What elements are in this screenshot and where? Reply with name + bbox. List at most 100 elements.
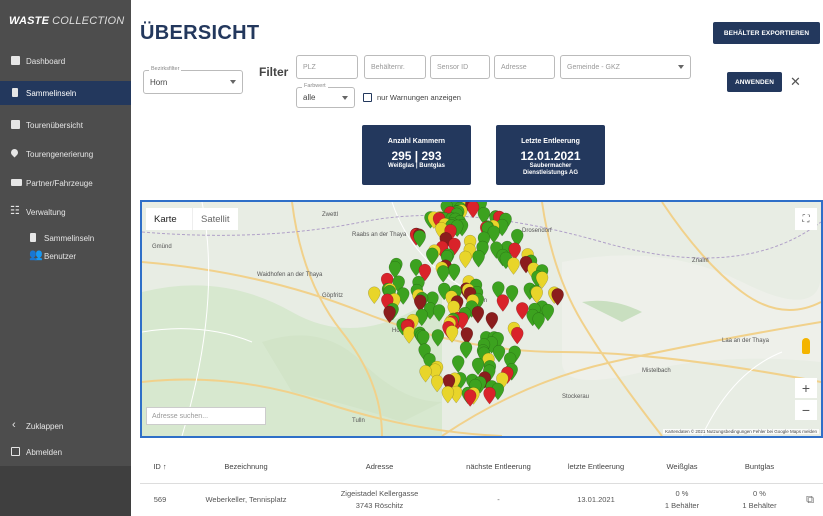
column-header-last-emptying[interactable]: letzte Entleerung xyxy=(550,448,642,484)
cell-colored-pct: 0 % xyxy=(753,489,766,498)
truck-icon xyxy=(11,179,22,186)
table-row[interactable]: 569 Weberkeller, Tennisplatz Zigeistadel… xyxy=(140,484,823,516)
sidebar-item-tourenuebersicht[interactable]: Tourenübersicht xyxy=(0,113,131,137)
column-header-next-emptying[interactable]: nächste Entleerung xyxy=(447,448,550,484)
chevron-down-icon xyxy=(342,95,348,100)
close-icon[interactable]: ✕ xyxy=(790,74,801,90)
zoom-out-icon[interactable]: − xyxy=(795,400,817,420)
location-pin-icon xyxy=(9,147,20,158)
map-tab-karte[interactable]: Karte xyxy=(146,208,198,230)
municipality-select[interactable]: Gemeinde - GKZ xyxy=(560,55,691,79)
chevron-left-icon: ‹ xyxy=(12,419,16,431)
open-detail-icon[interactable]: ⧉ xyxy=(800,484,820,516)
district-select[interactable]: Bezirksfilter Horn xyxy=(143,66,243,94)
sidebar-item-sammelinseln[interactable]: Sammelinseln xyxy=(0,81,131,105)
sidebar: WASTE COLLECTION Dashboard Sammelinseln … xyxy=(0,0,131,516)
place-label: Gmünd xyxy=(152,244,172,250)
map-canvas: Zwettl Gmünd Horn Laa an der Thaya Znaim… xyxy=(142,202,821,436)
map-tab-satellit[interactable]: Satellit xyxy=(192,208,238,230)
fullscreen-icon[interactable]: ⛶ xyxy=(795,208,817,230)
page-title: ÜBERSICHT xyxy=(140,22,260,44)
color-filter-label: Farbwert xyxy=(302,83,328,89)
stat-card-last-emptying: Letzte Entleerung 12.01.2021 Saubermache… xyxy=(496,125,605,185)
cell-colored-glass: 0 % 1 Behälter xyxy=(722,484,797,516)
users-icon: 👥 xyxy=(29,249,43,261)
color-filter-value: alle xyxy=(303,93,316,102)
cell-id: 569 xyxy=(153,495,167,504)
place-label: Znaim xyxy=(692,258,709,264)
place-label: Raabs an der Thaya xyxy=(352,232,407,238)
plz-input[interactable]: PLZ xyxy=(296,55,358,79)
warnings-only-label: nur Warnungen anzeigen xyxy=(377,93,461,102)
map-search-input[interactable]: Adresse suchen... xyxy=(146,407,266,425)
chevron-down-icon xyxy=(678,65,684,69)
sidebar-item-label: Sammelinseln xyxy=(26,88,77,98)
street-view-pegman-icon[interactable] xyxy=(795,334,817,358)
sidebar-item-tourengenerierung[interactable]: Tourengenerierung xyxy=(0,142,131,166)
sidebar-item-dashboard[interactable]: Dashboard xyxy=(0,49,131,73)
stat-subtitle: Weißglas | Buntglas xyxy=(388,163,445,169)
cell-white-count: 1 Behälter xyxy=(664,501,700,510)
cell-name: Weberkeller, Tennisplatz xyxy=(205,495,287,504)
dashboard-icon xyxy=(11,56,20,65)
book-icon xyxy=(11,120,20,129)
cell-address-line1: Zigeistadel Kellergasse xyxy=(340,489,419,498)
place-label: Laa an der Thaya xyxy=(722,338,770,344)
sensor-id-input[interactable]: Sensor ID xyxy=(430,55,490,79)
logout-button[interactable]: Abmelden xyxy=(0,440,131,464)
apply-button[interactable]: ANWENDEN xyxy=(727,72,782,92)
column-header-name[interactable]: Bezeichnung xyxy=(180,448,312,484)
sidebar-item-label: Partner/Fahrzeuge xyxy=(26,178,93,188)
place-label: Göpfritz xyxy=(322,293,343,299)
column-header-address[interactable]: Adresse xyxy=(312,448,447,484)
filter-label: Filter xyxy=(259,65,289,79)
place-label: Stockerau xyxy=(562,394,589,400)
stat-value: 12.01.2021 xyxy=(520,149,581,163)
brand-rest: COLLECTION xyxy=(52,15,125,27)
cell-address-line2: 3743 Röschitz xyxy=(355,501,404,510)
hierarchy-icon: ☷ xyxy=(10,205,20,217)
cell-last-emptying: 13.01.2021 xyxy=(577,495,615,504)
zoom-in-icon[interactable]: + xyxy=(795,378,817,398)
sidebar-subitem-benutzer[interactable]: 👥 Benutzer xyxy=(0,244,131,268)
place-label: Zwettl xyxy=(322,212,338,218)
cell-next-emptying: - xyxy=(497,495,500,504)
brand-bold: WASTE xyxy=(9,15,50,27)
sidebar-item-label: Sammelinseln xyxy=(44,233,95,243)
stat-title: Anzahl Kammern xyxy=(387,138,446,145)
column-header-id[interactable]: ID ↑ xyxy=(140,448,180,484)
column-header-colored-glass[interactable]: Buntglas xyxy=(722,448,797,484)
container-number-input[interactable]: Behälternr. xyxy=(364,55,426,79)
sidebar-footer xyxy=(0,466,131,516)
sidebar-item-label: Verwaltung xyxy=(26,207,66,217)
sidebar-item-verwaltung[interactable]: ☷ Verwaltung xyxy=(0,200,131,224)
place-label: Drosendorf xyxy=(522,228,552,234)
app-root: WASTE COLLECTION Dashboard Sammelinseln … xyxy=(0,0,823,516)
sidebar-item-label: Tourengenerierung xyxy=(26,149,94,159)
stat-title: Letzte Entleerung xyxy=(521,138,580,145)
color-filter-select[interactable]: Farbwert alle xyxy=(296,83,355,108)
cell-white-pct: 0 % xyxy=(675,489,689,498)
sidebar-item-label: Dashboard xyxy=(26,56,66,66)
place-label: Mistelbach xyxy=(642,368,671,374)
sidebar-item-label: Benutzer xyxy=(44,251,77,261)
place-label: Tulln xyxy=(352,418,365,424)
map-view[interactable]: Zwettl Gmünd Horn Laa an der Thaya Znaim… xyxy=(140,200,823,438)
sidebar-item-partner-fahrzeuge[interactable]: Partner/Fahrzeuge xyxy=(0,171,131,195)
stat-card-chambers: Anzahl Kammern 295 | 293 Weißglas | Bunt… xyxy=(362,125,471,185)
bin-icon xyxy=(12,88,18,97)
column-header-white-glass[interactable]: Weißglas xyxy=(642,448,722,484)
place-label: Waidhofen an der Thaya xyxy=(257,272,323,278)
table-header: ID ↑ Bezeichnung Adresse nächste Entleer… xyxy=(140,448,823,484)
bin-icon xyxy=(30,233,36,242)
collapse-button[interactable]: ‹ Zuklappen xyxy=(0,414,131,438)
stat-subtitle: Saubermacher Dienstleistungs AG xyxy=(522,163,579,176)
district-select-value: Horn xyxy=(150,77,168,87)
warnings-only-checkbox[interactable] xyxy=(363,93,372,102)
cell-white-glass: 0 % 1 Behälter xyxy=(642,484,722,516)
address-input[interactable]: Adresse xyxy=(494,55,555,79)
export-containers-button[interactable]: BEHÄLTER EXPORTIEREN xyxy=(713,22,820,44)
district-select-label: Bezirksfilter xyxy=(149,66,182,72)
logout-label: Abmelden xyxy=(26,447,63,457)
stat-value: 295 | 293 xyxy=(391,149,442,163)
